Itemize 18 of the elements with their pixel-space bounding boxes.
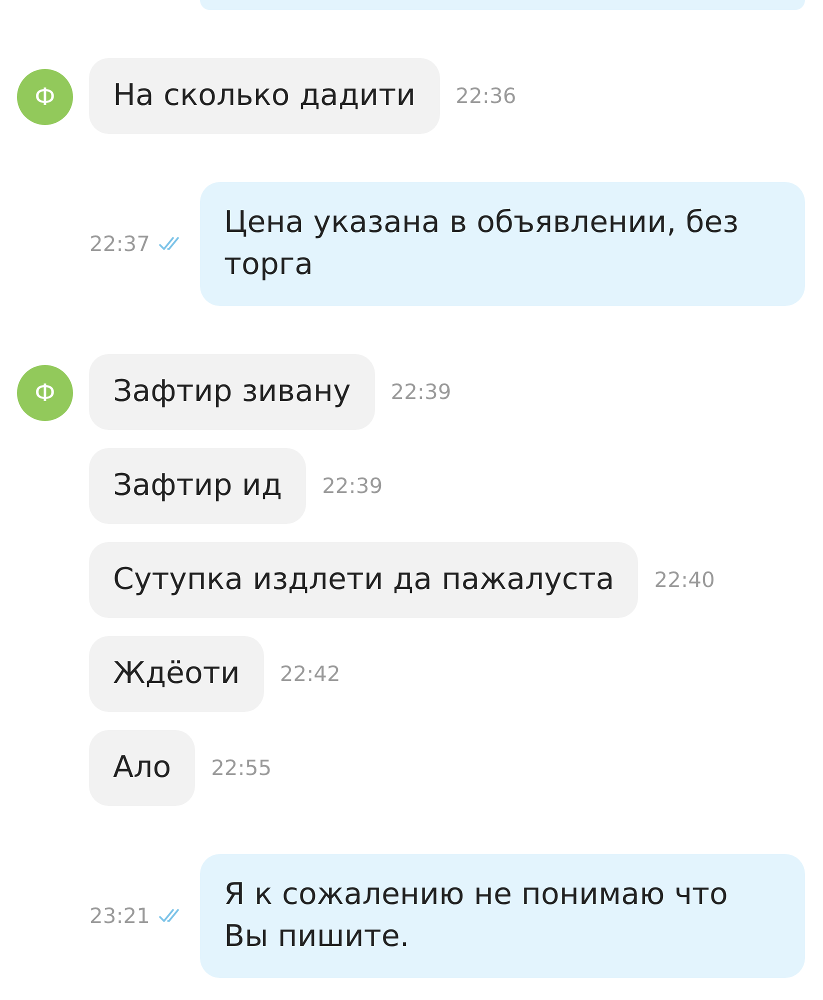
message-time: 22:55: [211, 756, 272, 780]
message-bubble: Я к сожалению не понимаю что Вы пишите.: [200, 854, 805, 978]
message-time: 22:42: [280, 662, 340, 686]
message-time: 23:21: [89, 904, 150, 928]
message-bubble: Зафтир зивану: [89, 354, 375, 430]
avatar: Ф: [17, 365, 73, 421]
message-bubble: Зафтир ид: [89, 448, 306, 524]
message-bubble: Цена указана в объявлении, без торга: [200, 182, 805, 306]
message-time: 22:39: [322, 474, 383, 498]
message-time: 22:39: [390, 380, 452, 404]
avatar: Ф: [17, 69, 73, 125]
message-bubble: Сутупка издлети да пажалуста: [89, 542, 638, 618]
message-time: 22:36: [456, 84, 516, 108]
message-bubble: Ало: [89, 730, 196, 806]
message-time: 22:40: [654, 568, 715, 592]
message-bubble: Ждёоти: [89, 636, 264, 712]
message-time: 22:37: [89, 232, 150, 256]
message-bubble: На сколько дадити: [89, 58, 440, 134]
